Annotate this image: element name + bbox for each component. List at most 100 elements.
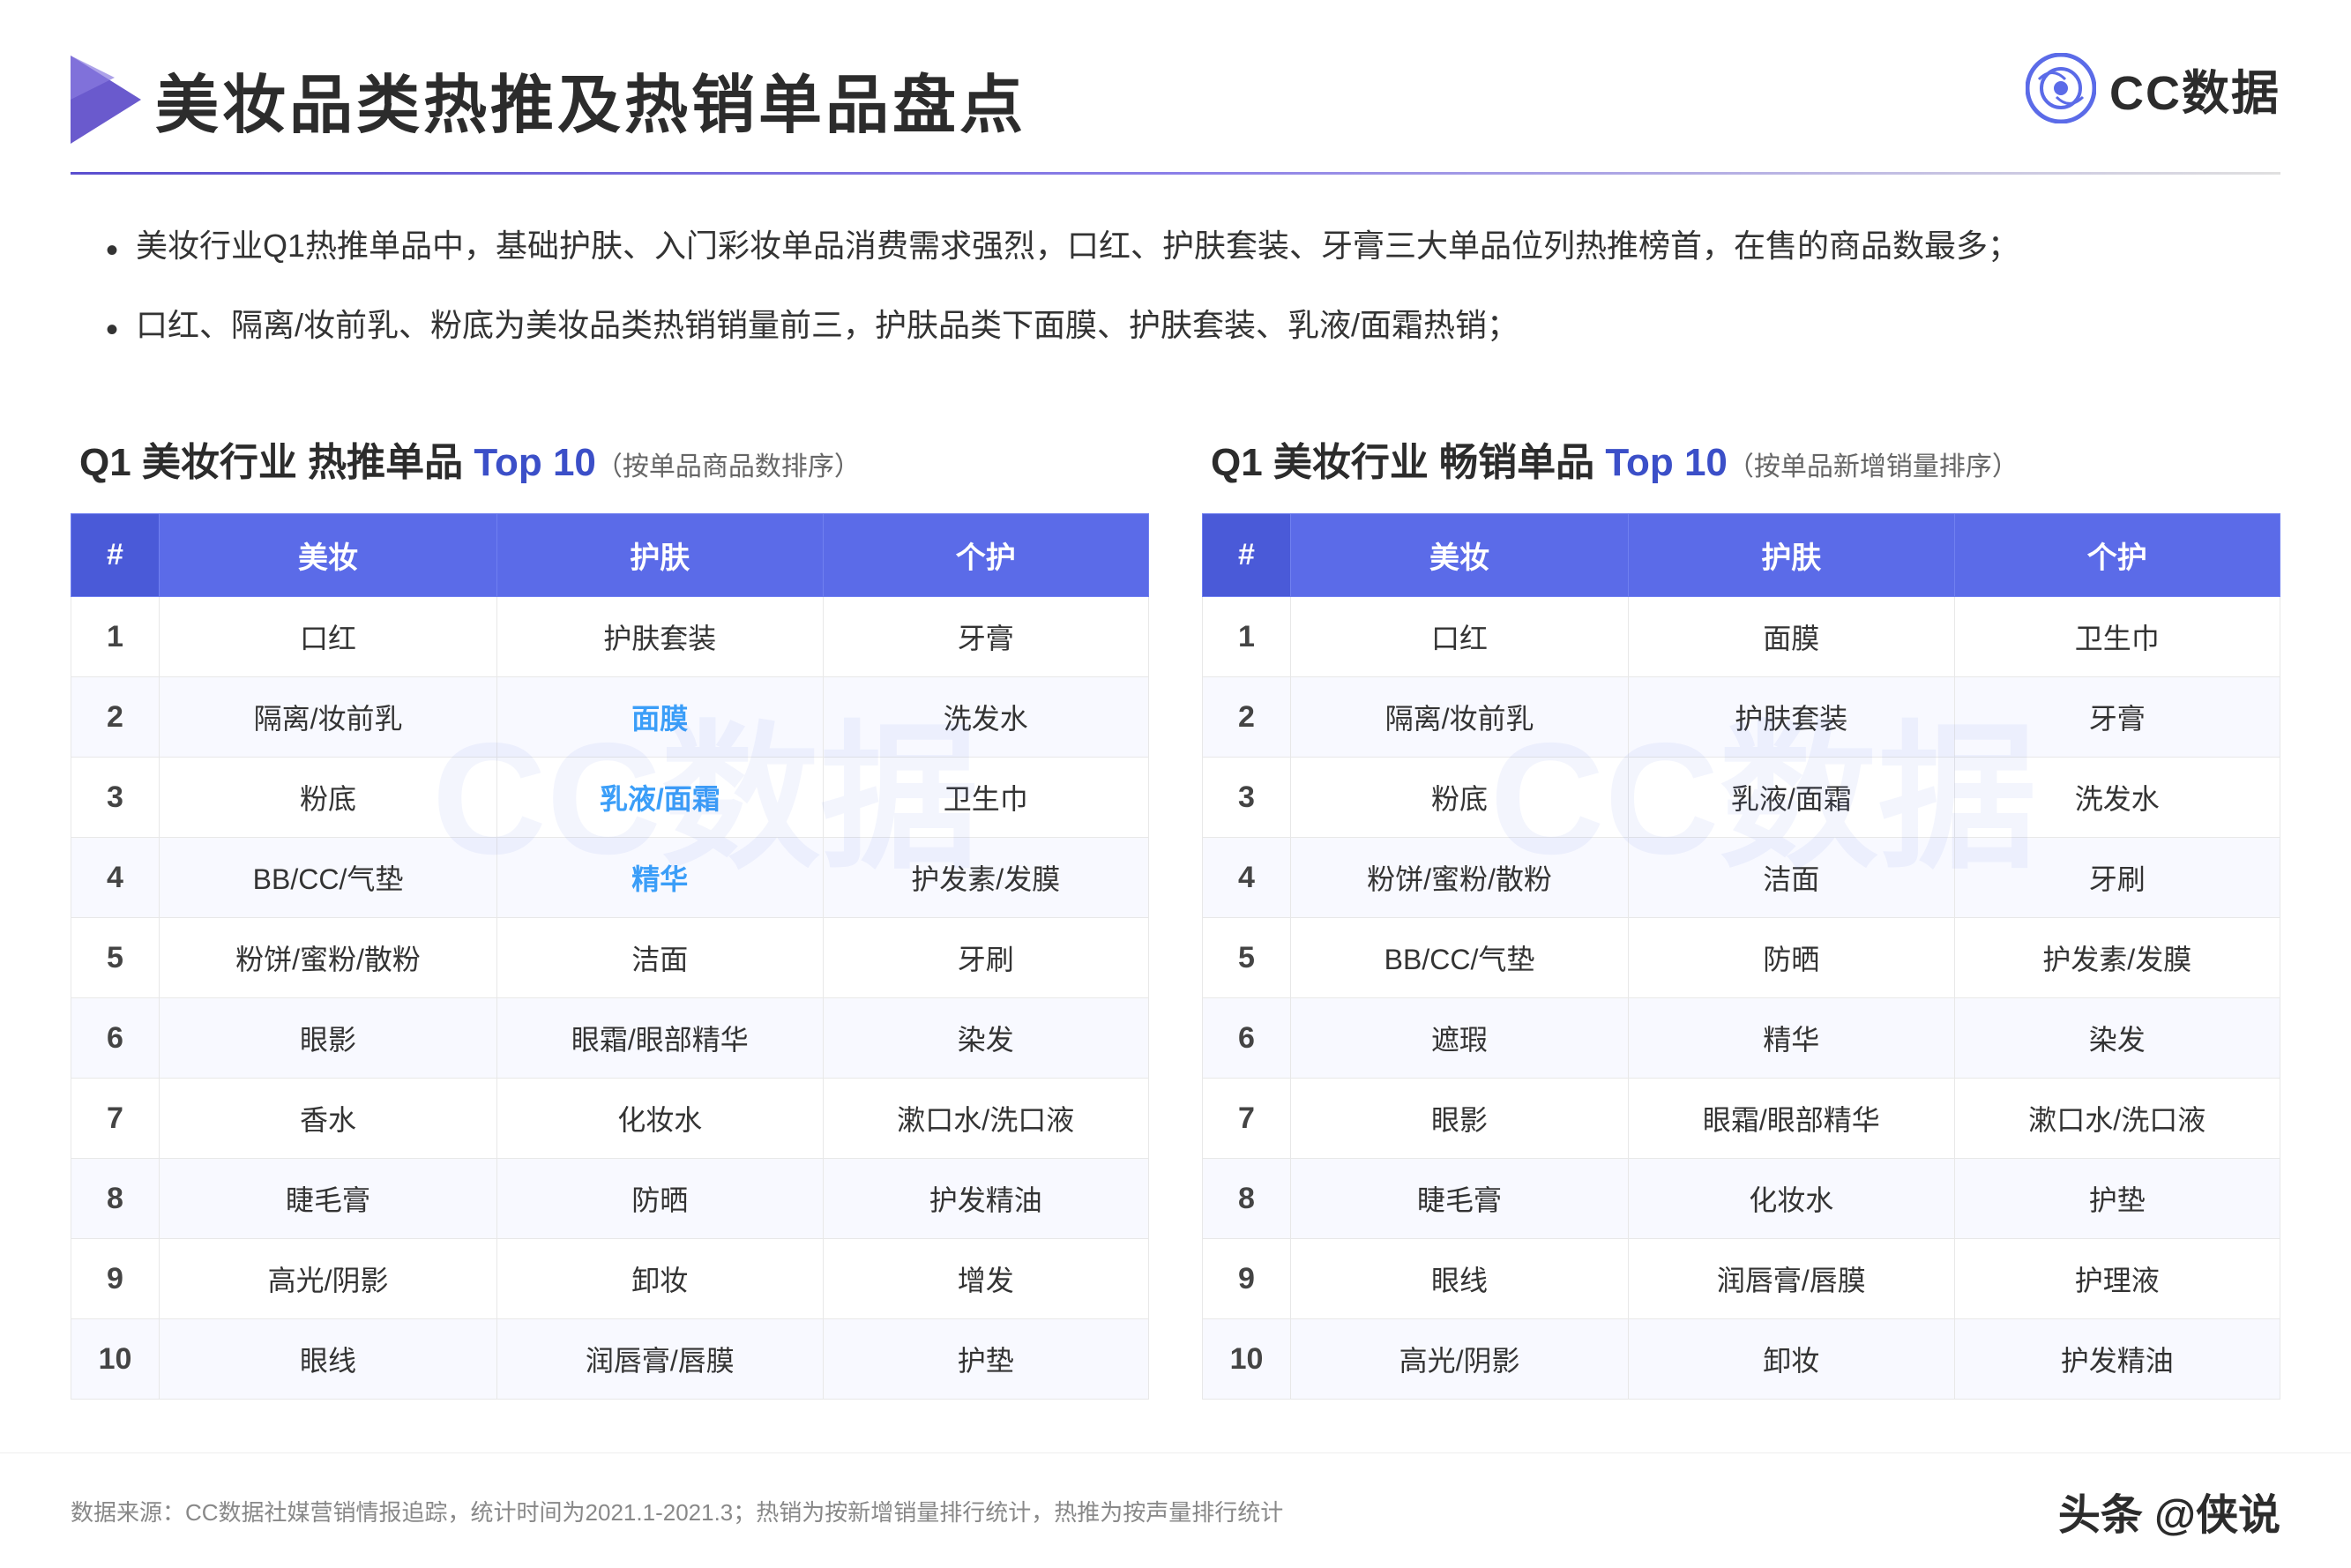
- logo-area: CC数据: [2026, 53, 2280, 123]
- cell-meizhuang: 眼线: [1291, 1239, 1629, 1319]
- cell-rank: 1: [1203, 597, 1291, 677]
- cell-meizhuang: 高光/阴影: [160, 1239, 497, 1319]
- table-row: 6遮瑕精华染发: [1203, 998, 2280, 1079]
- footer-source: 数据来源：CC数据社媒营销情报追踪，统计时间为2021.1-2021.3；热销为…: [71, 1495, 1283, 1527]
- title-arrow-icon: [71, 56, 141, 144]
- cell-hufu: 卸妆: [1629, 1319, 1954, 1400]
- cell-rank: 4: [1203, 838, 1291, 918]
- cell-geh: 染发: [1954, 998, 2280, 1079]
- cell-meizhuang: 粉底: [1291, 758, 1629, 838]
- cell-geh: 护发素/发膜: [1954, 918, 2280, 998]
- table-row: 7眼影眼霜/眼部精华漱口水/洗口液: [1203, 1079, 2280, 1159]
- cell-geh: 护垫: [1954, 1159, 2280, 1239]
- cell-meizhuang: 粉底: [160, 758, 497, 838]
- cell-rank: 3: [1203, 758, 1291, 838]
- table1-header-row: # 美妆 护肤 个护: [71, 514, 1149, 597]
- bullet-text-1: 美妆行业Q1热推单品中，基础护肤、入门彩妆单品消费需求强烈，口红、护肤套装、牙膏…: [136, 219, 2019, 273]
- cell-hufu: 防晒: [1629, 918, 1954, 998]
- cell-geh: 增发: [823, 1239, 1148, 1319]
- cell-meizhuang: 粉饼/蜜粉/散粉: [1291, 838, 1629, 918]
- cell-meizhuang: 口红: [160, 597, 497, 677]
- table-row: 9眼线润唇膏/唇膜护理液: [1203, 1239, 2280, 1319]
- cell-rank: 10: [71, 1319, 160, 1400]
- table-row: 4BB/CC/气垫精华护发素/发膜: [71, 838, 1149, 918]
- cell-geh: 染发: [823, 998, 1148, 1079]
- table1-col-rank: #: [71, 514, 160, 597]
- cell-hufu: 洁面: [497, 918, 823, 998]
- cell-geh: 护垫: [823, 1319, 1148, 1400]
- bullet-dot-2: •: [106, 300, 118, 360]
- table-row: 9高光/阴影卸妆增发: [71, 1239, 1149, 1319]
- table2-col-geh: 个护: [1954, 514, 2280, 597]
- cell-geh: 卫生巾: [823, 758, 1148, 838]
- cell-rank: 9: [1203, 1239, 1291, 1319]
- cell-hufu: 润唇膏/唇膜: [1629, 1239, 1954, 1319]
- cell-rank: 6: [71, 998, 160, 1079]
- cell-rank: 3: [71, 758, 160, 838]
- table2-title-prefix: Q1 美妆行业 畅销单品: [1211, 441, 1605, 484]
- table1-col-meizhuang: 美妆: [160, 514, 497, 597]
- cell-geh: 牙刷: [823, 918, 1148, 998]
- table-row: 8睫毛膏防晒护发精油: [71, 1159, 1149, 1239]
- cell-hufu: 眼霜/眼部精华: [1629, 1079, 1954, 1159]
- header-divider: [71, 172, 2280, 175]
- cell-hufu: 精华: [497, 838, 823, 918]
- title-section: 美妆品类热推及热销单品盘点: [71, 53, 1026, 146]
- cell-meizhuang: 隔离/妆前乳: [1291, 677, 1629, 758]
- cell-rank: 8: [71, 1159, 160, 1239]
- table-row: 1口红护肤套装牙膏: [71, 597, 1149, 677]
- cell-hufu: 防晒: [497, 1159, 823, 1239]
- cell-meizhuang: 眼影: [1291, 1079, 1629, 1159]
- cell-hufu: 护肤套装: [497, 597, 823, 677]
- cell-hufu: 化妆水: [1629, 1159, 1954, 1239]
- table2-header-row: # 美妆 护肤 个护: [1203, 514, 2280, 597]
- header: 美妆品类热推及热销单品盘点 CC数据: [0, 0, 2351, 172]
- cell-geh: 护发精油: [823, 1159, 1148, 1239]
- cell-meizhuang: 睫毛膏: [160, 1159, 497, 1239]
- table-row: 6眼影眼霜/眼部精华染发: [71, 998, 1149, 1079]
- table1-col-hufu: 护肤: [497, 514, 823, 597]
- cell-hufu: 卸妆: [497, 1239, 823, 1319]
- table2-subtitle: （按单品新增销量排序）: [1728, 452, 2019, 482]
- cell-hufu: 化妆水: [497, 1079, 823, 1159]
- cell-meizhuang: BB/CC/气垫: [160, 838, 497, 918]
- cell-rank: 5: [1203, 918, 1291, 998]
- cell-hufu: 精华: [1629, 998, 1954, 1079]
- cell-geh: 牙刷: [1954, 838, 2280, 918]
- bullet-item-2: • 口红、隔离/妆前乳、粉底为美妆品类热销销量前三，护肤品类下面膜、护肤套装、乳…: [106, 298, 2245, 360]
- table-row: 1口红面膜卫生巾: [1203, 597, 2280, 677]
- table-row: 10眼线润唇膏/唇膜护垫: [71, 1319, 1149, 1400]
- cell-geh: 漱口水/洗口液: [1954, 1079, 2280, 1159]
- cell-hufu: 润唇膏/唇膜: [497, 1319, 823, 1400]
- cell-rank: 2: [1203, 677, 1291, 758]
- tables-container: Q1 美妆行业 热推单品 Top 10（按单品商品数排序） # 美妆 护肤 个护…: [0, 413, 2351, 1435]
- cell-geh: 护发素/发膜: [823, 838, 1148, 918]
- cell-geh: 洗发水: [1954, 758, 2280, 838]
- cell-hufu: 护肤套装: [1629, 677, 1954, 758]
- cell-rank: 1: [71, 597, 160, 677]
- bullet-text-2: 口红、隔离/妆前乳、粉底为美妆品类热销销量前三，护肤品类下面膜、护肤套装、乳液/…: [136, 298, 1519, 352]
- cell-hufu: 面膜: [1629, 597, 1954, 677]
- cell-meizhuang: 香水: [160, 1079, 497, 1159]
- table1-title: Q1 美妆行业 热推单品 Top 10（按单品商品数排序）: [71, 430, 1149, 487]
- table1-title-prefix: Q1 美妆行业 热推单品: [79, 441, 474, 484]
- cell-rank: 8: [1203, 1159, 1291, 1239]
- cc-logo-icon: [2026, 53, 2096, 123]
- table1: # 美妆 护肤 个护 1口红护肤套装牙膏2隔离/妆前乳面膜洗发水3粉底乳液/面霜…: [71, 513, 1149, 1400]
- table1-col-geh: 个护: [823, 514, 1148, 597]
- table-row: 10高光/阴影卸妆护发精油: [1203, 1319, 2280, 1400]
- table2: # 美妆 护肤 个护 1口红面膜卫生巾2隔离/妆前乳护肤套装牙膏3粉底乳液/面霜…: [1202, 513, 2280, 1400]
- table-row: 5BB/CC/气垫防晒护发素/发膜: [1203, 918, 2280, 998]
- cell-geh: 牙膏: [823, 597, 1148, 677]
- cell-meizhuang: 眼影: [160, 998, 497, 1079]
- table1-top-label: Top 10: [474, 441, 596, 484]
- cell-rank: 4: [71, 838, 160, 918]
- cell-meizhuang: 隔离/妆前乳: [160, 677, 497, 758]
- cell-rank: 10: [1203, 1319, 1291, 1400]
- table2-col-rank: #: [1203, 514, 1291, 597]
- cell-rank: 2: [71, 677, 160, 758]
- table1-subtitle: （按单品商品数排序）: [596, 452, 861, 482]
- table-row: 2隔离/妆前乳面膜洗发水: [71, 677, 1149, 758]
- cell-geh: 漱口水/洗口液: [823, 1079, 1148, 1159]
- bullet-dot-1: •: [106, 220, 118, 280]
